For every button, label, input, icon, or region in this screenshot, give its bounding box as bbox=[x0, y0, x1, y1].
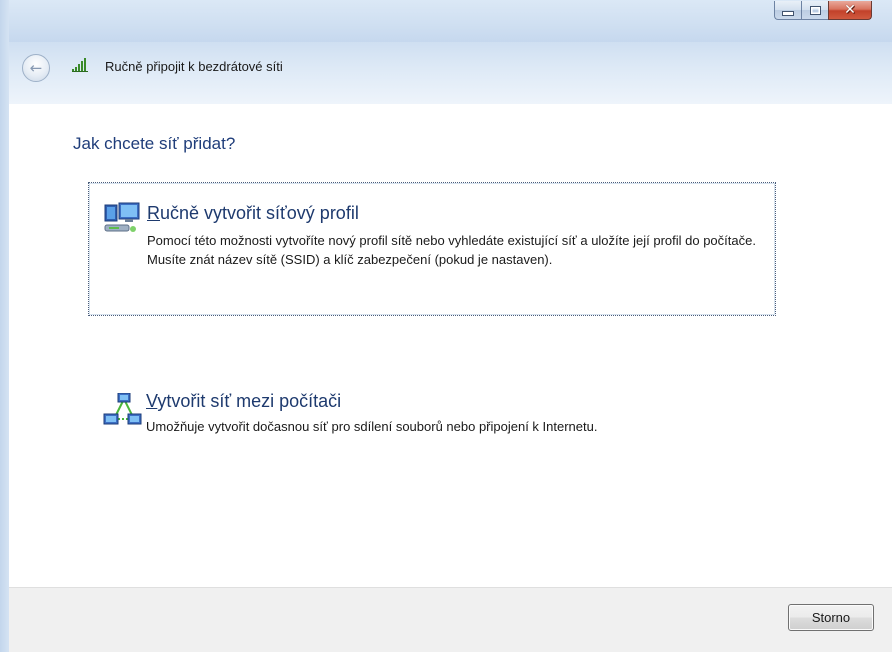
wizard-window: ✕ ← Ručně připojit k bezdrátové síti Jak… bbox=[0, 0, 892, 652]
cancel-button[interactable]: Storno bbox=[788, 604, 874, 631]
option-ad-hoc-network[interactable]: Vytvořit síť mezi počítači Umožňuje vytv… bbox=[88, 379, 776, 449]
wizard-footer: Storno bbox=[9, 587, 892, 652]
close-icon: ✕ bbox=[844, 2, 856, 18]
minimize-button[interactable] bbox=[774, 1, 801, 20]
maximize-icon bbox=[809, 5, 821, 15]
maximize-button[interactable] bbox=[801, 1, 828, 20]
network-profile-icon bbox=[104, 202, 140, 232]
option-ad-hoc-network-title: Vytvořit síť mezi počítači bbox=[146, 391, 342, 411]
caption-buttons: ✕ bbox=[774, 1, 872, 22]
navigation-bar: ← Ručně připojit k bezdrátové síti bbox=[9, 42, 892, 105]
minimize-icon bbox=[782, 11, 794, 16]
page-heading: Jak chcete síť přidat? bbox=[73, 134, 236, 153]
back-button[interactable]: ← bbox=[22, 54, 50, 82]
title-bar[interactable]: ✕ bbox=[0, 0, 892, 42]
window-frame-left bbox=[0, 0, 9, 652]
wireless-signal-icon bbox=[72, 58, 88, 72]
back-arrow-icon: ← bbox=[29, 59, 43, 77]
option-ad-hoc-network-description: Umožňuje vytvořit dočasnou síť pro sdíle… bbox=[146, 419, 598, 434]
ad-hoc-network-icon bbox=[103, 393, 142, 425]
close-button[interactable]: ✕ bbox=[828, 1, 872, 20]
option-manual-profile[interactable]: Ručně vytvořit síťový profil Pomocí této… bbox=[88, 182, 776, 316]
option-manual-profile-title: Ručně vytvořit síťový profil bbox=[147, 203, 359, 223]
option-manual-profile-description: Pomocí této možnosti vytvoříte nový prof… bbox=[147, 233, 756, 267]
wizard-title: Ručně připojit k bezdrátové síti bbox=[105, 59, 283, 74]
wizard-content: Jak chcete síť přidat? Ručně vytvořit sí… bbox=[9, 104, 892, 588]
